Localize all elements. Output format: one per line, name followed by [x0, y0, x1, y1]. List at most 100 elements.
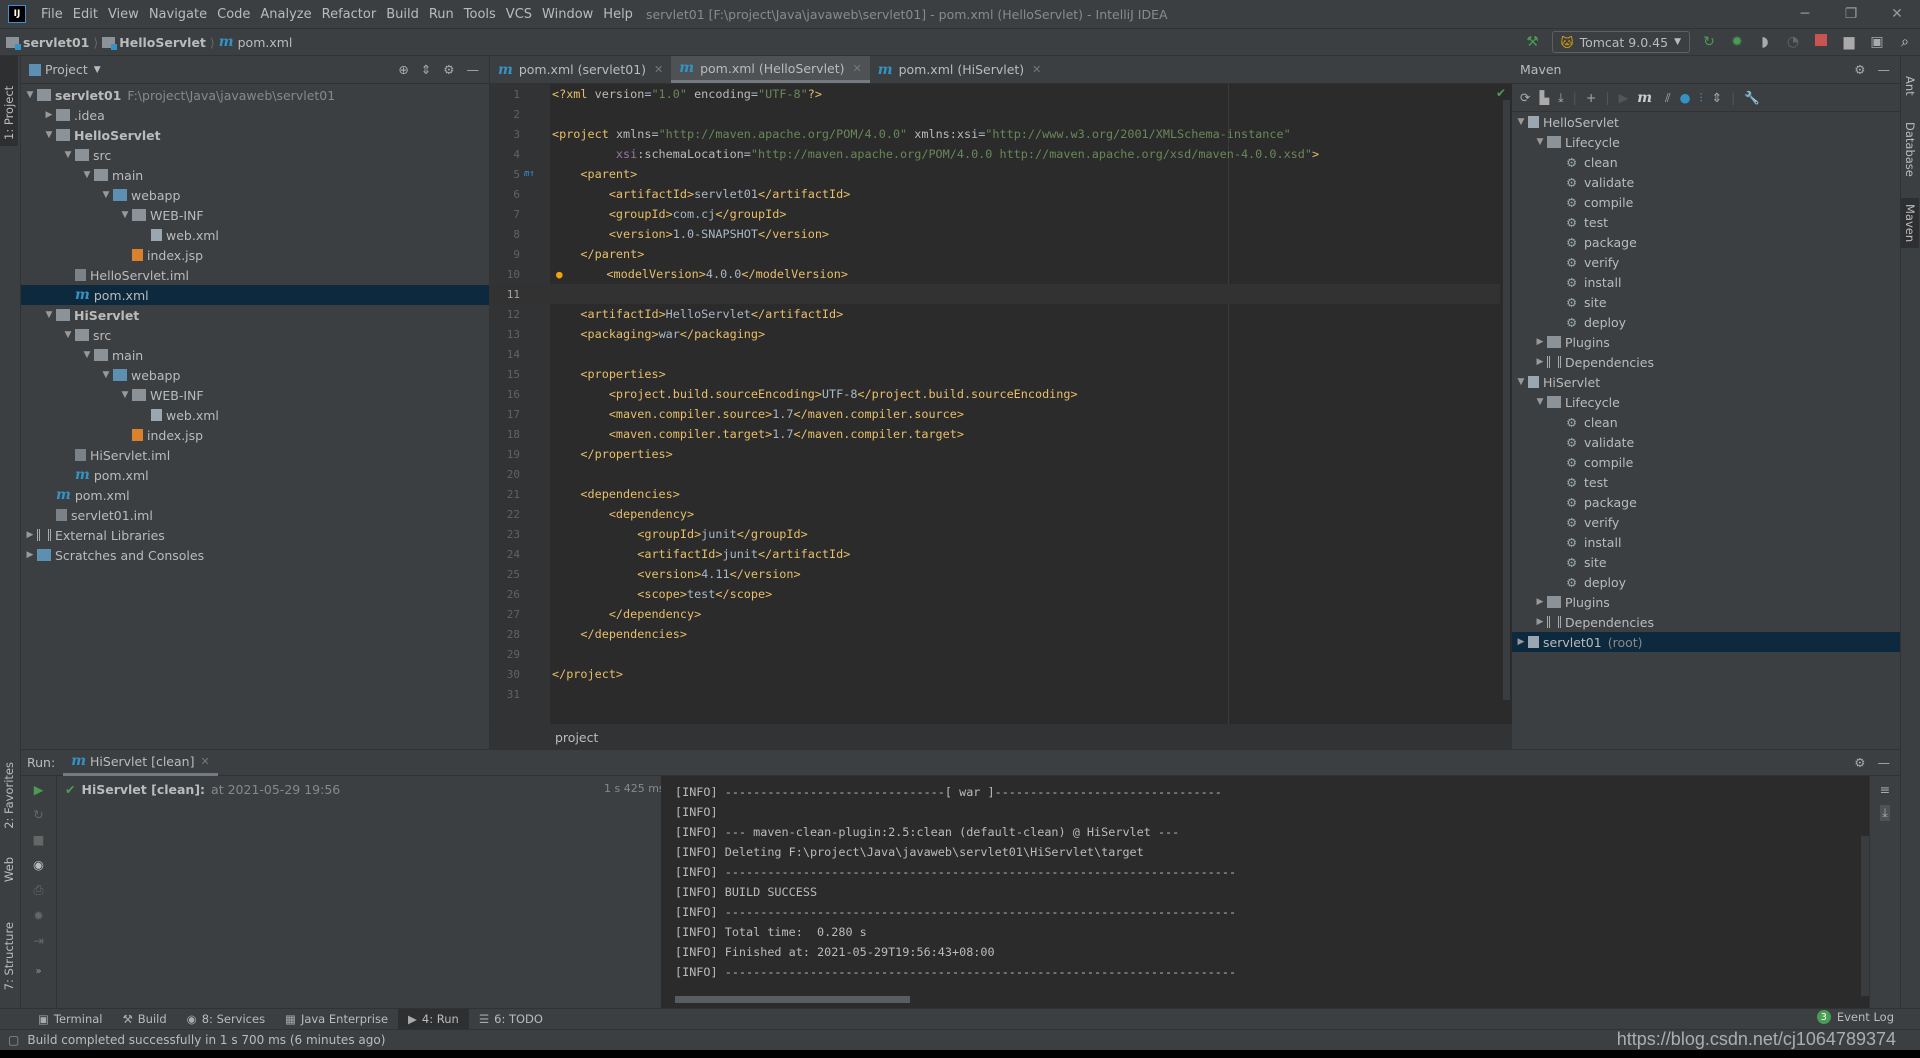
breadcrumb-helloservlet[interactable]: HelloServlet	[102, 35, 206, 50]
code-line[interactable]: 20	[490, 464, 1500, 484]
menu-help[interactable]: Help	[598, 7, 638, 22]
console-v-scrollbar[interactable]	[1861, 836, 1869, 996]
stop-icon[interactable]	[1812, 34, 1830, 50]
settings-gear-icon[interactable]: ⚙	[1854, 62, 1865, 77]
favorites-tool-tab[interactable]: 2: Favorites	[0, 756, 18, 835]
collapse-arrow-icon[interactable]: ▶	[23, 550, 37, 560]
code-line[interactable]: 11	[490, 284, 1500, 304]
rerun-icon[interactable]: ↻	[1700, 34, 1718, 50]
hide-panel-icon[interactable]: —	[467, 62, 480, 77]
web-tool-tab[interactable]: Web	[0, 851, 18, 888]
coverage-icon[interactable]: ◗	[1756, 34, 1774, 50]
menu-analyze[interactable]: Analyze	[255, 7, 316, 22]
tree-item[interactable]: m pom.xml	[21, 465, 489, 485]
reload-icon[interactable]: ⟳	[1520, 90, 1530, 105]
code-line[interactable]: 4 xsi:schemaLocation="http://maven.apach…	[490, 144, 1500, 164]
expand-arrow-icon[interactable]: ▼	[118, 210, 132, 220]
code-line[interactable]: 30 </project>	[490, 664, 1500, 684]
build-hammer-icon[interactable]: ⚒	[1524, 34, 1542, 50]
expand-arrow-icon[interactable]: ▼	[42, 310, 56, 320]
tree-item[interactable]: index.jsp	[21, 245, 489, 265]
menu-view[interactable]: View	[103, 7, 144, 22]
editor-scrollbar[interactable]	[1503, 100, 1510, 700]
toggle-offline-icon[interactable]: ⫽	[1665, 90, 1671, 106]
breadcrumb-pom[interactable]: m pom.xml	[219, 34, 293, 50]
code-line[interactable]: 18 <maven.compiler.target>1.7</maven.com…	[490, 424, 1500, 444]
code-line[interactable]: 16 <project.build.sourceEncoding>UTF-8</…	[490, 384, 1500, 404]
more-icon[interactable]: »	[35, 966, 41, 977]
stop-icon[interactable]: ■	[33, 832, 45, 847]
code-line[interactable]: 2	[490, 104, 1500, 124]
run-configuration-select[interactable]: 🐱 Tomcat 9.0.45 ▼	[1551, 31, 1690, 53]
console-output[interactable]: [INFO] -------------------------------[ …	[661, 776, 1869, 1009]
tree-item[interactable]: ⚙ package	[1512, 492, 1900, 512]
tree-item[interactable]: ⚙ validate	[1512, 432, 1900, 452]
tree-item[interactable]: ⚙ site	[1512, 292, 1900, 312]
structure-tool-tab[interactable]: 7: Structure	[0, 916, 18, 996]
menu-refactor[interactable]: Refactor	[317, 7, 382, 22]
close-tab-icon[interactable]: ✕	[200, 755, 209, 768]
code-line[interactable]: 22 <dependency>	[490, 504, 1500, 524]
lightbulb-icon[interactable]: ●	[556, 268, 563, 281]
expand-arrow-icon[interactable]: ▼	[80, 350, 94, 360]
maven-tool-tab[interactable]: Maven	[1901, 198, 1919, 249]
collapse-arrow-icon[interactable]: ▶	[1533, 597, 1547, 607]
code-line[interactable]: 28 </dependencies>	[490, 624, 1500, 644]
editor-tab[interactable]: m pom.xml (HiServlet) ✕	[870, 56, 1050, 83]
collapse-arrow-icon[interactable]: ▶	[42, 110, 56, 120]
close-button[interactable]: ✕	[1874, 0, 1920, 28]
code-line[interactable]: 27 </dependency>	[490, 604, 1500, 624]
rerun-failed-icon[interactable]: ↻	[33, 807, 43, 822]
tool-window-todo[interactable]: ☰ 6: TODO	[469, 1009, 553, 1030]
code-line[interactable]: 31	[490, 684, 1500, 704]
code-line[interactable]: 13 <packaging>war</packaging>	[490, 324, 1500, 344]
tree-item[interactable]: web.xml	[21, 225, 489, 245]
expand-arrow-icon[interactable]: ▼	[118, 390, 132, 400]
tree-item[interactable]: ▶ .idea	[21, 105, 489, 125]
skip-tests-icon[interactable]: ●	[1680, 90, 1691, 105]
tree-item[interactable]: ⚙ clean	[1512, 412, 1900, 432]
project-tool-tab[interactable]: 1: Project	[0, 56, 18, 146]
hide-panel-icon[interactable]: —	[1878, 62, 1891, 77]
code-line[interactable]: 12 <artifactId>HelloServlet</artifactId>	[490, 304, 1500, 324]
run-tab[interactable]: m HiServlet [clean] ✕	[63, 750, 218, 776]
code-line[interactable]: 29	[490, 644, 1500, 664]
tree-item[interactable]: ▼ HiServlet	[1512, 372, 1900, 392]
tool-window-services[interactable]: ◉ 8: Services	[177, 1009, 275, 1030]
generate-sources-icon[interactable]: ▙	[1539, 90, 1549, 105]
menu-build[interactable]: Build	[381, 7, 424, 22]
tree-item[interactable]: HelloServlet.iml	[21, 265, 489, 285]
run-window-icon[interactable]: ▣	[1868, 34, 1886, 50]
tree-item[interactable]: ⚙ clean	[1512, 152, 1900, 172]
collapse-arrow-icon[interactable]: ▶	[1533, 617, 1547, 627]
tree-item[interactable]: ▼ webapp	[21, 365, 489, 385]
tree-item[interactable]: servlet01.iml	[21, 505, 489, 525]
code-line[interactable]: 5 <parent> m↑	[490, 164, 1500, 184]
tree-item[interactable]: ▼ Lifecycle	[1512, 392, 1900, 412]
settings-gear-icon[interactable]: ⚙	[1854, 755, 1865, 770]
console-h-scrollbar[interactable]	[675, 996, 910, 1003]
tree-item[interactable]: ⚙ test	[1512, 472, 1900, 492]
expand-arrow-icon[interactable]: ▼	[1533, 137, 1547, 147]
restore-button[interactable]: ❐	[1828, 0, 1874, 28]
tree-item[interactable]: ▶ External Libraries	[21, 525, 489, 545]
expand-arrow-icon[interactable]: ▼	[42, 130, 56, 140]
close-tab-icon[interactable]: ✕	[853, 62, 862, 75]
close-tab-icon[interactable]: ✕	[1032, 63, 1041, 76]
expand-arrow-icon[interactable]: ▼	[80, 170, 94, 180]
tree-item[interactable]: ▼ main	[21, 165, 489, 185]
editor-tab[interactable]: m pom.xml (servlet01) ✕	[490, 56, 671, 83]
settings-gear-icon[interactable]: ⚙	[443, 62, 454, 77]
collapse-all-icon[interactable]: ⇕	[1712, 90, 1722, 105]
code-line[interactable]: 14	[490, 344, 1500, 364]
breadcrumb-servlet01[interactable]: servlet01	[6, 35, 89, 50]
tree-item[interactable]: ⚙ compile	[1512, 452, 1900, 472]
tree-item[interactable]: ⚙ package	[1512, 232, 1900, 252]
menu-file[interactable]: File	[36, 7, 68, 22]
tree-item[interactable]: ⚙ install	[1512, 272, 1900, 292]
debug-icon[interactable]: ✹	[1728, 34, 1746, 50]
code-line[interactable]: 21 <dependencies>	[490, 484, 1500, 504]
tree-item[interactable]: ⚙ site	[1512, 552, 1900, 572]
expand-arrow-icon[interactable]: ▼	[99, 190, 113, 200]
tree-item[interactable]: ▼ src	[21, 145, 489, 165]
